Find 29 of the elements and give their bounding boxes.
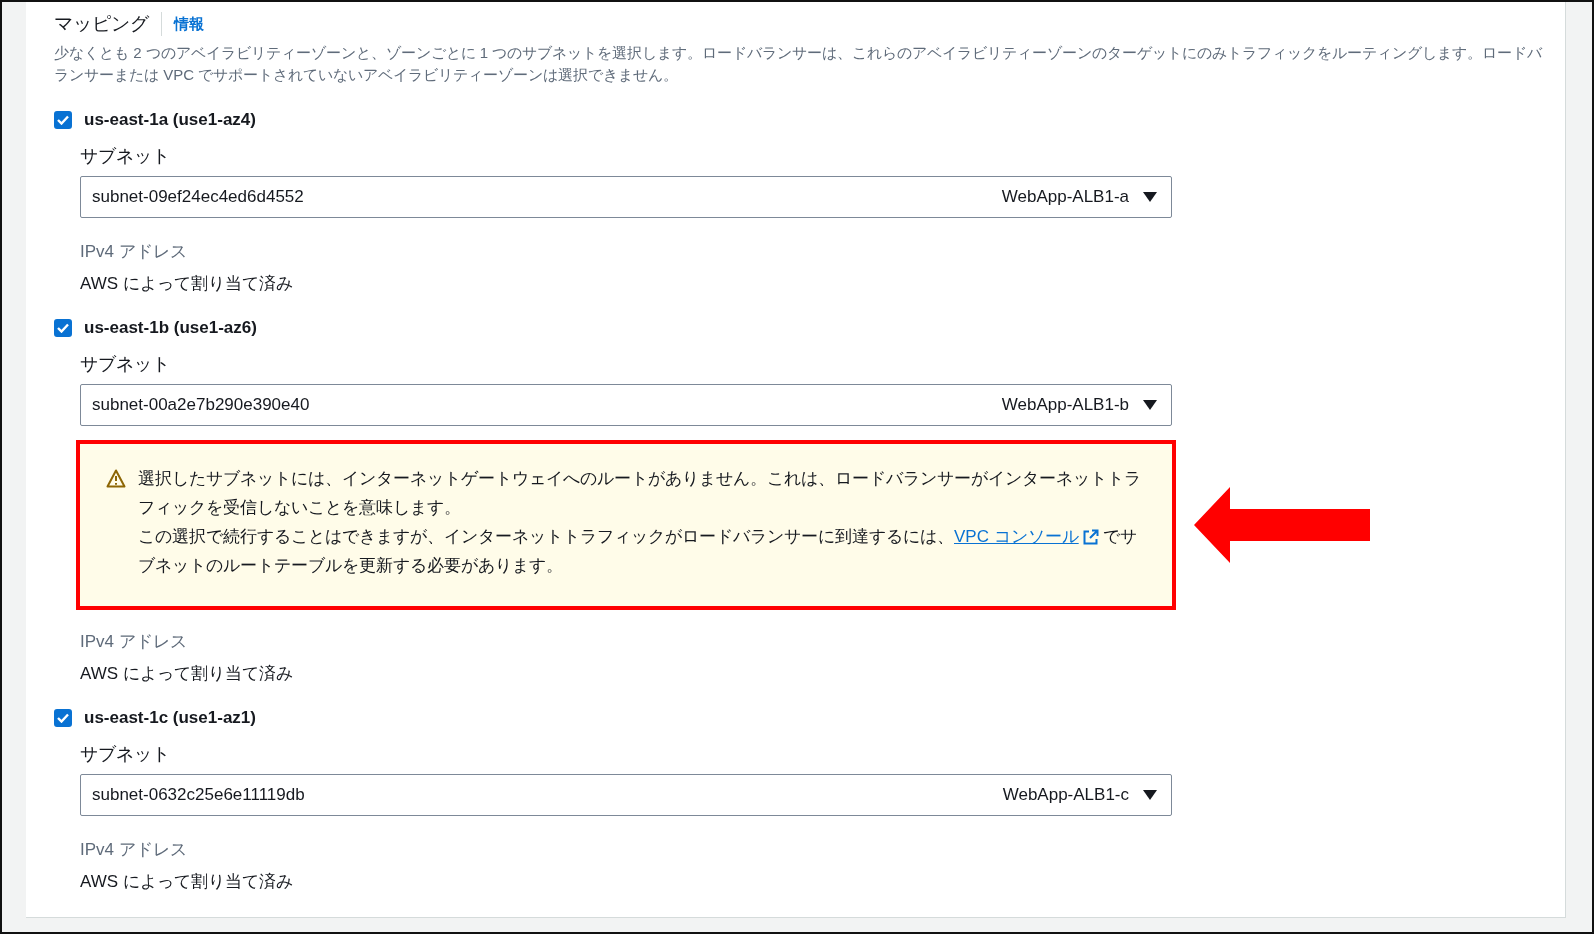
subnet-select[interactable]: subnet-00a2e7b290e390e40 WebApp-ALB1-b xyxy=(80,384,1172,426)
checkbox[interactable] xyxy=(54,709,72,727)
checkbox[interactable] xyxy=(54,111,72,129)
zone-label: us-east-1c (use1-az1) xyxy=(84,708,256,728)
vpc-console-link[interactable]: VPC コンソール xyxy=(954,522,1099,551)
caret-icon xyxy=(1143,192,1157,202)
field-label: IPv4 アドレス xyxy=(80,241,188,263)
info-link[interactable]: 情報 xyxy=(174,14,204,34)
field-value: AWS によって割り当て済み xyxy=(80,273,294,295)
subnet-select[interactable]: subnet-0632c25e6e11119db WebApp-ALB1-c xyxy=(80,774,1172,816)
checkbox[interactable] xyxy=(54,319,72,337)
subnet-select[interactable]: subnet-09ef24ec4ed6d4552 WebApp-ALB1-a xyxy=(80,176,1172,218)
caret-icon xyxy=(1143,790,1157,800)
field-value: AWS によって割り当て済み xyxy=(80,871,294,893)
caret-icon xyxy=(1143,400,1157,410)
field-value: AWS によって割り当て済み xyxy=(80,663,294,685)
field-label: サブネット xyxy=(80,145,171,168)
zone-label: us-east-1a (use1-az4) xyxy=(84,110,256,130)
field-label: サブネット xyxy=(80,743,171,766)
warning-icon xyxy=(106,469,126,488)
warning-message: この選択で続行することはできますが、インターネットトラフィックがロードバランサーに到達するには、VPC コンソール でサブネットのルートテーブルを更新する必要があります。 xyxy=(138,522,1144,580)
section-title: マッピング xyxy=(54,12,162,36)
field-label: IPv4 アドレス xyxy=(80,839,188,861)
zone-label: us-east-1b (use1-az6) xyxy=(84,318,257,338)
external-link-icon xyxy=(1082,528,1099,545)
field-label: IPv4 アドレス xyxy=(80,631,188,653)
section-description: 少なくとも 2 つのアベイラビリティーゾーンと、ゾーンごとに 1 つのサブネットを選択します。ロードバランサーは、これらのアベイラビリティーゾーンのターゲットにのみトラフィックをルーティングします。ロードバランサーまたは VPC でサポートされていないアベイラビリティーゾーンは選択できません。 xyxy=(54,43,1544,85)
field-label: サブネット xyxy=(80,353,171,376)
warning-message: 選択したサブネットには、インターネットゲートウェイへのルートがありません。これは、ロードバランサーがインターネットトラフィックを受信しないことを意味します。 xyxy=(138,468,1142,519)
